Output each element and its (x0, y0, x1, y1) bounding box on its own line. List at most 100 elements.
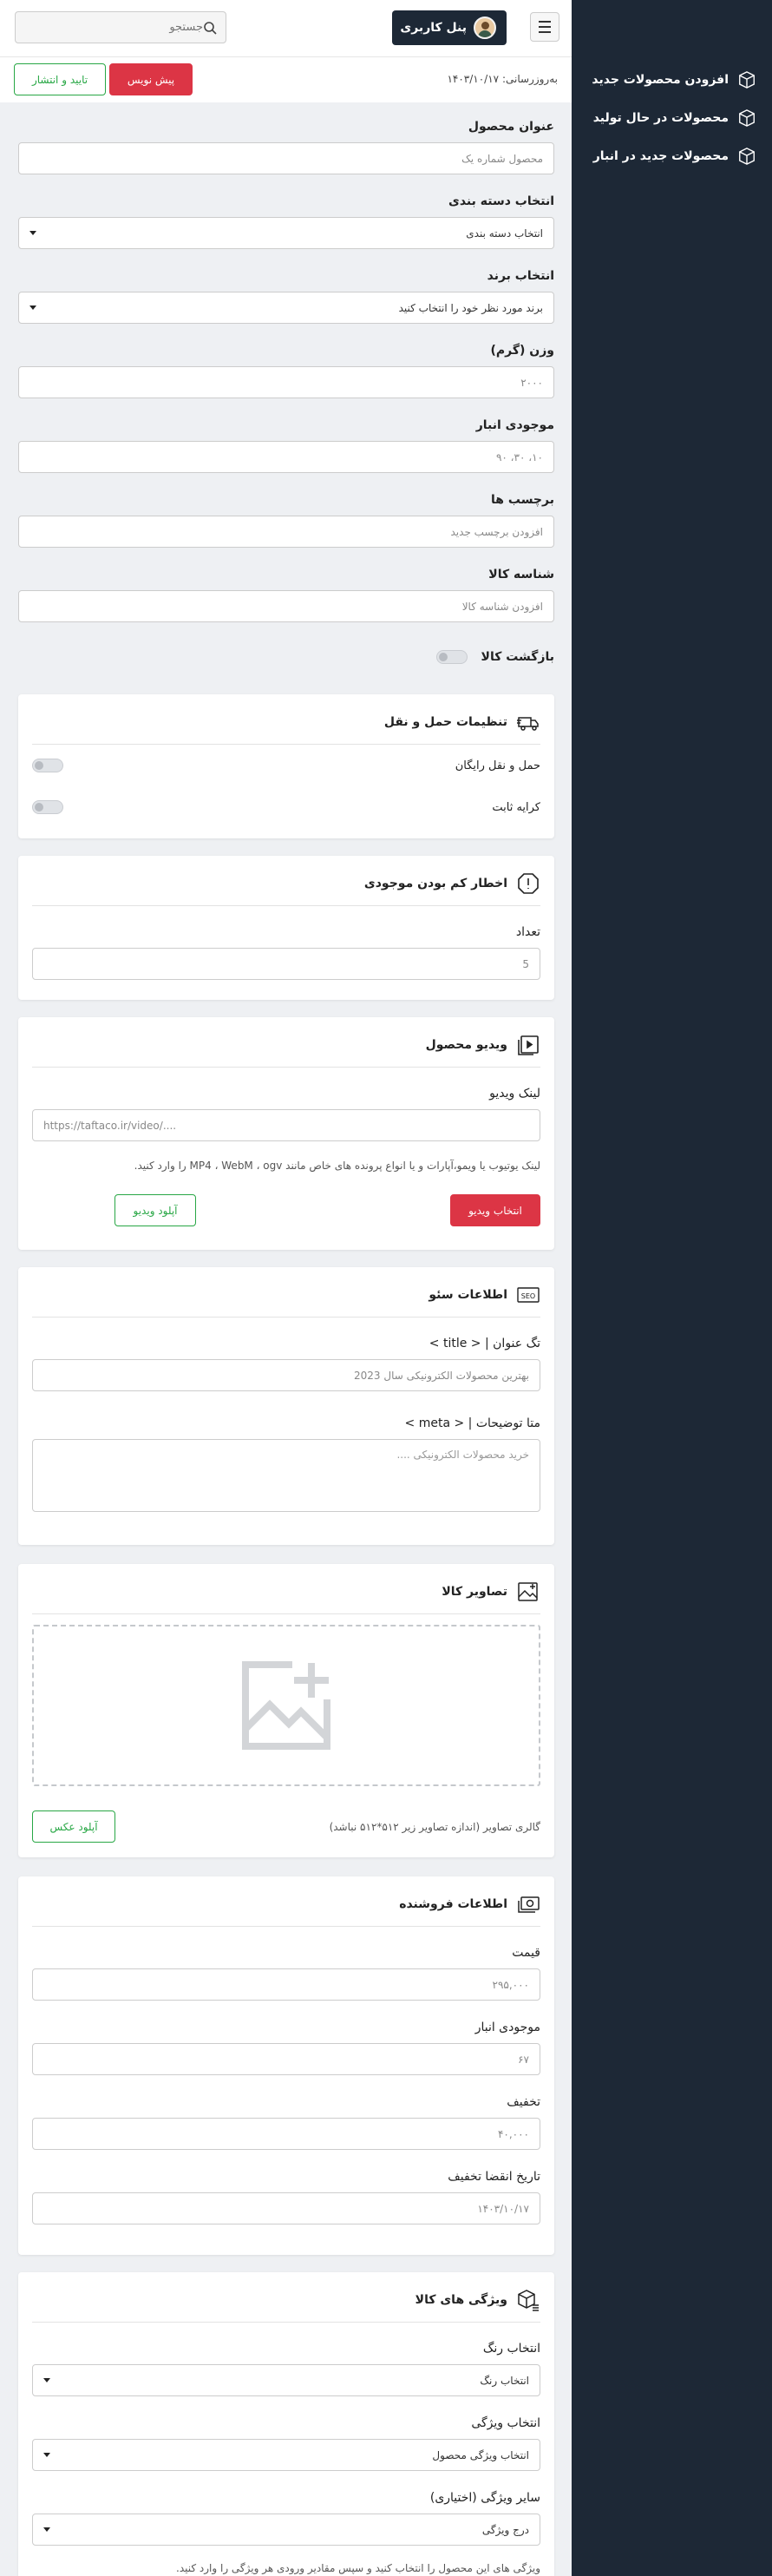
sidebar-item-in-stock[interactable]: محصولات جدید در انبار (572, 137, 772, 175)
choose-video-button[interactable]: انتخاب ویدیو (450, 1194, 540, 1226)
publish-button[interactable]: تایید و انتشار (14, 63, 106, 95)
main-content: به‌روزرسانی: ۱۴۰۳/۱۰/۱۷ پیش نویس تایید و… (0, 57, 572, 2576)
menu-icon (539, 31, 551, 33)
images-title: تصاویر کالا (442, 1584, 507, 1599)
features-card: ویژگی های کالا انتخاب رنگ انتخاب رنگ انت… (18, 2272, 554, 2576)
low-stock-card: اخطار کم بودن موجودی تعداد 5 (18, 856, 554, 1000)
feature-select-value: انتخاب ویژگی محصول (432, 2448, 529, 2461)
stock-input[interactable]: ۱۰، ۳۰، ۹۰ (18, 441, 554, 473)
images-help-text: گالری تصاویر (اندازه تصاویر زیر ۵۱۲*۵۱۲ … (329, 1820, 540, 1833)
sku-input[interactable]: افزودن شناسه کالا (18, 590, 554, 622)
seo-title-tag-group: تگ عنوان | < title > بهترین محصولات الکت… (32, 1337, 540, 1391)
category-label: انتخاب دسته بندی (448, 194, 554, 208)
upload-image-button[interactable]: آپلود عکس (32, 1810, 115, 1843)
free-shipping-label: حمل و نقل رایگان (455, 759, 540, 772)
alert-octagon-icon (518, 872, 539, 894)
chevron-down-icon (43, 2527, 50, 2532)
low-stock-title: اخطار کم بودن موجودی (363, 876, 507, 890)
features-help-text: ویژگی های این محصول را انتخاب کنید و سپس… (176, 2562, 540, 2574)
sidebar-item-label: افزودن محصولات جدید (592, 73, 729, 87)
box-icon (739, 109, 755, 127)
sidebar-item-in-production[interactable]: محصولات در حال تولید (572, 99, 772, 137)
return-field-group: بازگشت کالا (18, 650, 554, 664)
feature-group: انتخاب ویژگی انتخاب ویژگی محصول (32, 2416, 540, 2471)
stock-field-group: موجودی انبار ۱۰، ۳۰، ۹۰ (18, 418, 554, 473)
weight-input[interactable]: ۲۰۰۰ (18, 366, 554, 398)
other-feature-label: سایر ویژگی (اختیاری) (429, 2491, 540, 2505)
category-select[interactable]: انتخاب دسته بندی (18, 217, 554, 249)
brand-field-group: انتخاب برند برند مورد نظر خود را انتخاب … (18, 269, 554, 324)
search-input[interactable] (24, 21, 203, 34)
seller-stock-label: موجودی انبار (474, 2021, 540, 2034)
box-list-icon (518, 2289, 539, 2311)
top-bar: پنل کاربری (0, 0, 572, 57)
shipping-title: تنظیمات حمل و نقل (383, 714, 507, 729)
search-box[interactable] (15, 11, 226, 43)
price-input[interactable]: ۲۹۵,۰۰۰ (32, 1968, 540, 2001)
feature-select[interactable]: انتخاب ویژگی محصول (32, 2439, 540, 2471)
search-icon[interactable] (203, 21, 217, 35)
user-panel-button[interactable]: پنل کاربری (392, 10, 507, 45)
menu-icon (539, 21, 551, 23)
tags-label: برچسب ها (491, 493, 554, 507)
seo-meta-textarea[interactable]: خرید محصولات الکترونیکی .... (32, 1439, 540, 1512)
video-link-input[interactable]: https://taftaco.ir/video/.... (32, 1109, 540, 1141)
features-title: ویژگی های کالا (415, 2292, 507, 2307)
features-card-header: ویژگی های کالا (32, 2272, 540, 2323)
seo-card: SEO اطلاعات سئو تگ عنوان | < title > بهت… (18, 1267, 554, 1545)
fixed-fare-row: کرایه ثابت (32, 800, 540, 814)
brand-select[interactable]: برند مورد نظر خود را انتخاب کنید (18, 292, 554, 324)
box-icon (739, 71, 755, 89)
image-dropzone[interactable] (32, 1625, 540, 1786)
low-stock-count-input[interactable]: 5 (32, 948, 540, 980)
title-input[interactable]: محصول شماره یک (18, 142, 554, 174)
images-footer: گالری تصاویر (اندازه تصاویر زیر ۵۱۲*۵۱۲ … (32, 1810, 540, 1843)
fixed-fare-toggle[interactable] (32, 800, 63, 814)
color-select[interactable]: انتخاب رنگ (32, 2364, 540, 2396)
chevron-down-icon (29, 231, 36, 235)
sidebar: افزودن محصولات جدید محصولات در حال تولید… (572, 0, 772, 2576)
seller-title: اطلاعات فروشنده (399, 1896, 507, 1911)
other-feature-select-value: درج ویژگی (481, 2523, 529, 2536)
price-label: قیمت (512, 1946, 540, 1960)
weight-label: وزن (گرم) (490, 344, 555, 358)
shipping-card-header: تنظیمات حمل و نقل (32, 694, 540, 745)
video-link-label: لینک ویدیو (489, 1087, 540, 1101)
seo-meta-group: متا توضیحات | < meta > خرید محصولات الکت… (32, 1416, 540, 1512)
image-add-icon (518, 1581, 538, 1601)
user-panel-label: پنل کاربری (400, 21, 467, 35)
return-toggle[interactable] (435, 650, 468, 664)
images-card: تصاویر کالا گالری تصاویر (اندازه تصاویر … (18, 1564, 554, 1857)
tags-input[interactable]: افزودن برچسب جدید (18, 516, 554, 548)
other-feature-select[interactable]: درج ویژگی (32, 2514, 540, 2546)
box-icon (739, 148, 755, 165)
feature-label: انتخاب ویژگی (471, 2416, 540, 2430)
discount-expiry-group: تاریخ انقضا تخفیف ۱۴۰۳/۱۰/۱۷ (32, 2170, 540, 2224)
images-card-header: تصاویر کالا (32, 1564, 540, 1614)
sidebar-item-label: محصولات جدید در انبار (592, 149, 729, 163)
free-shipping-toggle[interactable] (32, 759, 63, 772)
brand-label: انتخاب برند (487, 269, 554, 283)
seller-stock-input[interactable]: ۶۷ (32, 2043, 540, 2075)
menu-icon (539, 26, 551, 28)
sidebar-menu: افزودن محصولات جدید محصولات در حال تولید… (572, 61, 772, 175)
video-link-group: لینک ویدیو https://taftaco.ir/video/.... (32, 1087, 540, 1141)
hamburger-menu-button[interactable] (530, 12, 559, 42)
discount-label: تخفیف (507, 2095, 540, 2109)
truck-icon (517, 716, 539, 731)
seo-title-tag-label: تگ عنوان | < title > (429, 1337, 540, 1350)
action-bar: به‌روزرسانی: ۱۴۰۳/۱۰/۱۷ پیش نویس تایید و… (0, 57, 572, 102)
upload-video-button[interactable]: آپلود ویدیو (114, 1194, 196, 1226)
discount-expiry-input[interactable]: ۱۴۰۳/۱۰/۱۷ (32, 2192, 540, 2224)
draft-button[interactable]: پیش نویس (109, 63, 193, 95)
discount-expiry-label: تاریخ انقضا تخفیف (448, 2170, 540, 2184)
color-select-value: انتخاب رنگ (480, 2374, 529, 2387)
low-stock-card-header: اخطار کم بودن موجودی (32, 856, 540, 906)
sidebar-item-add-products[interactable]: افزودن محصولات جدید (572, 61, 772, 99)
seo-meta-label: متا توضیحات | < meta > (404, 1416, 540, 1430)
low-stock-count-label: تعداد (515, 925, 540, 939)
discount-input[interactable]: ۴۰,۰۰۰ (32, 2118, 540, 2150)
cash-icon (518, 1896, 540, 1913)
shipping-card: تنظیمات حمل و نقل حمل و نقل رایگان کرایه… (18, 694, 554, 838)
seo-title-tag-input[interactable]: بهترین محصولات الکترونیکی سال 2023 (32, 1359, 540, 1391)
